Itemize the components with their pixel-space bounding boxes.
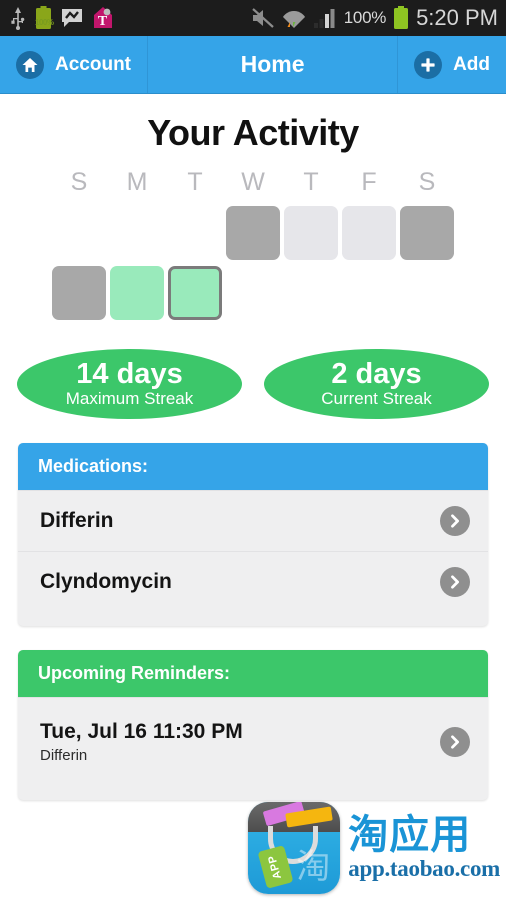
tmobile-icon: T <box>94 7 112 29</box>
calendar-cell-done[interactable] <box>110 266 164 320</box>
plus-icon <box>414 50 443 79</box>
wifi-icon <box>282 11 305 28</box>
bag-chinese-char: 淘 <box>296 847 331 887</box>
calendar-cell-slot <box>398 203 456 263</box>
battery-percent-text: 100% <box>343 8 387 27</box>
calendar-cell-empty <box>168 206 222 260</box>
medication-name: Clyndomycin <box>40 570 172 593</box>
calendar-cell-slot <box>166 203 224 263</box>
mute-icon <box>252 8 274 28</box>
day-label-mon: M <box>126 168 148 196</box>
calendar-cell-missed[interactable] <box>400 206 454 260</box>
calendar-cell-slot <box>108 263 166 323</box>
day-label-fri: F <box>361 168 377 196</box>
card-bottom-padding <box>18 786 488 800</box>
add-button[interactable]: Add <box>397 36 506 93</box>
day-label-sat: S <box>418 168 436 196</box>
medication-row[interactable]: Differin <box>18 490 488 551</box>
reminder-medication: Differin <box>40 747 88 764</box>
calendar-cell-slot <box>50 203 108 263</box>
calendar-cell-empty <box>284 266 338 320</box>
calendar-cell-empty <box>110 206 164 260</box>
day-label-tue: T <box>187 168 203 196</box>
streaks-section: 14 days Maximum Streak 2 days Current St… <box>0 349 506 419</box>
watermark-url: app.taobao.com <box>348 856 500 881</box>
usb-icon <box>11 7 25 30</box>
svg-text:T: T <box>98 14 108 29</box>
home-icon <box>16 50 44 79</box>
reminder-row[interactable]: Tue, Jul 16 11:30 PM Differin <box>18 697 488 786</box>
day-label-wed: W <box>241 168 265 196</box>
medications-card: Medications: Differin Clyndomycin <box>18 443 488 626</box>
account-button[interactable]: Account <box>0 36 148 93</box>
calendar-cell-none[interactable] <box>342 206 396 260</box>
add-button-label: Add <box>453 53 490 75</box>
calendar-cell-slot <box>50 263 108 323</box>
calendar-cell-empty <box>400 266 454 320</box>
chevron-right-icon[interactable] <box>440 506 470 536</box>
calendar-cell-empty <box>52 206 106 260</box>
maximum-streak-value: 14 days <box>76 357 183 390</box>
day-label-sun: S <box>70 168 88 196</box>
maximum-streak-badge: 14 days Maximum Streak <box>17 349 242 419</box>
calendar-day-headers: S M T W T F S <box>50 168 456 203</box>
battery-icon: 100% <box>35 6 54 30</box>
watermark-brand-cn: 淘应用 <box>348 812 472 858</box>
calendar-week-row <box>50 263 456 323</box>
signal-icon <box>313 9 335 28</box>
action-bar: Account Home Add <box>0 36 506 94</box>
medication-name: Differin <box>40 509 114 532</box>
calendar-cell-missed[interactable] <box>226 206 280 260</box>
current-streak-value: 2 days <box>331 357 422 390</box>
current-streak-label: Current Streak <box>321 389 432 409</box>
calendar-cell-slot <box>108 203 166 263</box>
activity-calendar: S M T W T F S <box>50 168 456 323</box>
reminders-card: Upcoming Reminders: Tue, Jul 16 11:30 PM… <box>18 650 488 800</box>
medication-name-wrap: Clyndomycin <box>40 570 440 594</box>
battery-level-icon <box>394 6 409 29</box>
calendar-week-row <box>50 203 456 263</box>
calendar-cell-slot <box>340 203 398 263</box>
chevron-right-icon[interactable] <box>440 727 470 757</box>
messenger-icon <box>62 9 82 27</box>
current-streak-badge: 2 days Current Streak <box>264 349 489 419</box>
calendar-cell-today[interactable] <box>168 266 222 320</box>
taobao-bag-icon: APP 淘 <box>248 802 341 894</box>
account-button-label: Account <box>55 53 131 75</box>
calendar-cell-empty <box>342 266 396 320</box>
page-title-header: Home <box>240 51 305 77</box>
battery-badge-text: 100% <box>35 18 54 27</box>
main-content: Your Activity S M T W T F S 14 days Maxi… <box>0 94 506 800</box>
calendar-cell-none[interactable] <box>284 206 338 260</box>
calendar-cell-missed[interactable] <box>52 266 106 320</box>
medication-name-wrap: Differin <box>40 509 440 533</box>
card-bottom-padding <box>18 612 488 626</box>
status-bar-clock: 5:20 PM <box>416 5 498 30</box>
medications-card-header: Medications: <box>18 443 488 490</box>
watermark-text: 淘应用 app.taobao.com <box>348 814 500 882</box>
app-tag-text: APP <box>266 853 285 881</box>
reminders-card-header: Upcoming Reminders: <box>18 650 488 697</box>
calendar-cell-slot <box>166 263 224 323</box>
status-bar-right-icons: 100% 5:20 PM <box>251 5 498 31</box>
app-root: 100% T 100% 5:20 PM Account Home Add You… <box>0 0 506 900</box>
taobao-watermark: APP 淘 淘应用 app.taobao.com <box>248 802 500 894</box>
calendar-cell-slot <box>224 203 282 263</box>
status-bar: 100% T 100% 5:20 PM <box>0 0 506 36</box>
calendar-cell-slot <box>224 263 282 323</box>
page-title: Your Activity <box>147 112 359 153</box>
calendar-cell-empty <box>226 266 280 320</box>
calendar-cell-slot <box>340 263 398 323</box>
calendar-cell-slot <box>282 263 340 323</box>
calendar-cell-slot <box>282 203 340 263</box>
reminder-datetime: Tue, Jul 16 11:30 PM <box>40 720 243 743</box>
day-label-thu: T <box>303 168 319 196</box>
reminder-text-wrap: Tue, Jul 16 11:30 PM Differin <box>40 720 440 764</box>
status-bar-left-icons: 100% T <box>10 6 114 30</box>
calendar-cell-slot <box>398 263 456 323</box>
chevron-right-icon[interactable] <box>440 567 470 597</box>
medication-row[interactable]: Clyndomycin <box>18 551 488 612</box>
maximum-streak-label: Maximum Streak <box>65 389 194 409</box>
